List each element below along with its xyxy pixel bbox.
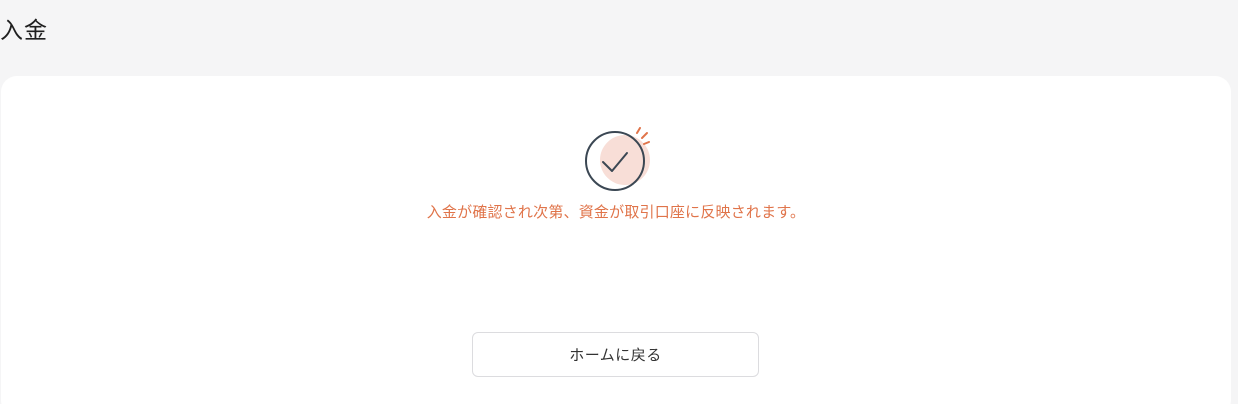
page-title: 入金 (0, 18, 48, 44)
check-circle-icon (585, 127, 650, 191)
deposit-page: 入金 入金が確認され次第、資金が取引口座に反映されます。 ホームに戻る (0, 0, 1238, 404)
confirmation-message: 入金が確認され次第、資金が取引口座に反映されます。 (426, 203, 806, 221)
result-card: 入金が確認され次第、資金が取引口座に反映されます。 ホームに戻る (1, 76, 1231, 404)
return-home-button[interactable]: ホームに戻る (472, 332, 759, 377)
